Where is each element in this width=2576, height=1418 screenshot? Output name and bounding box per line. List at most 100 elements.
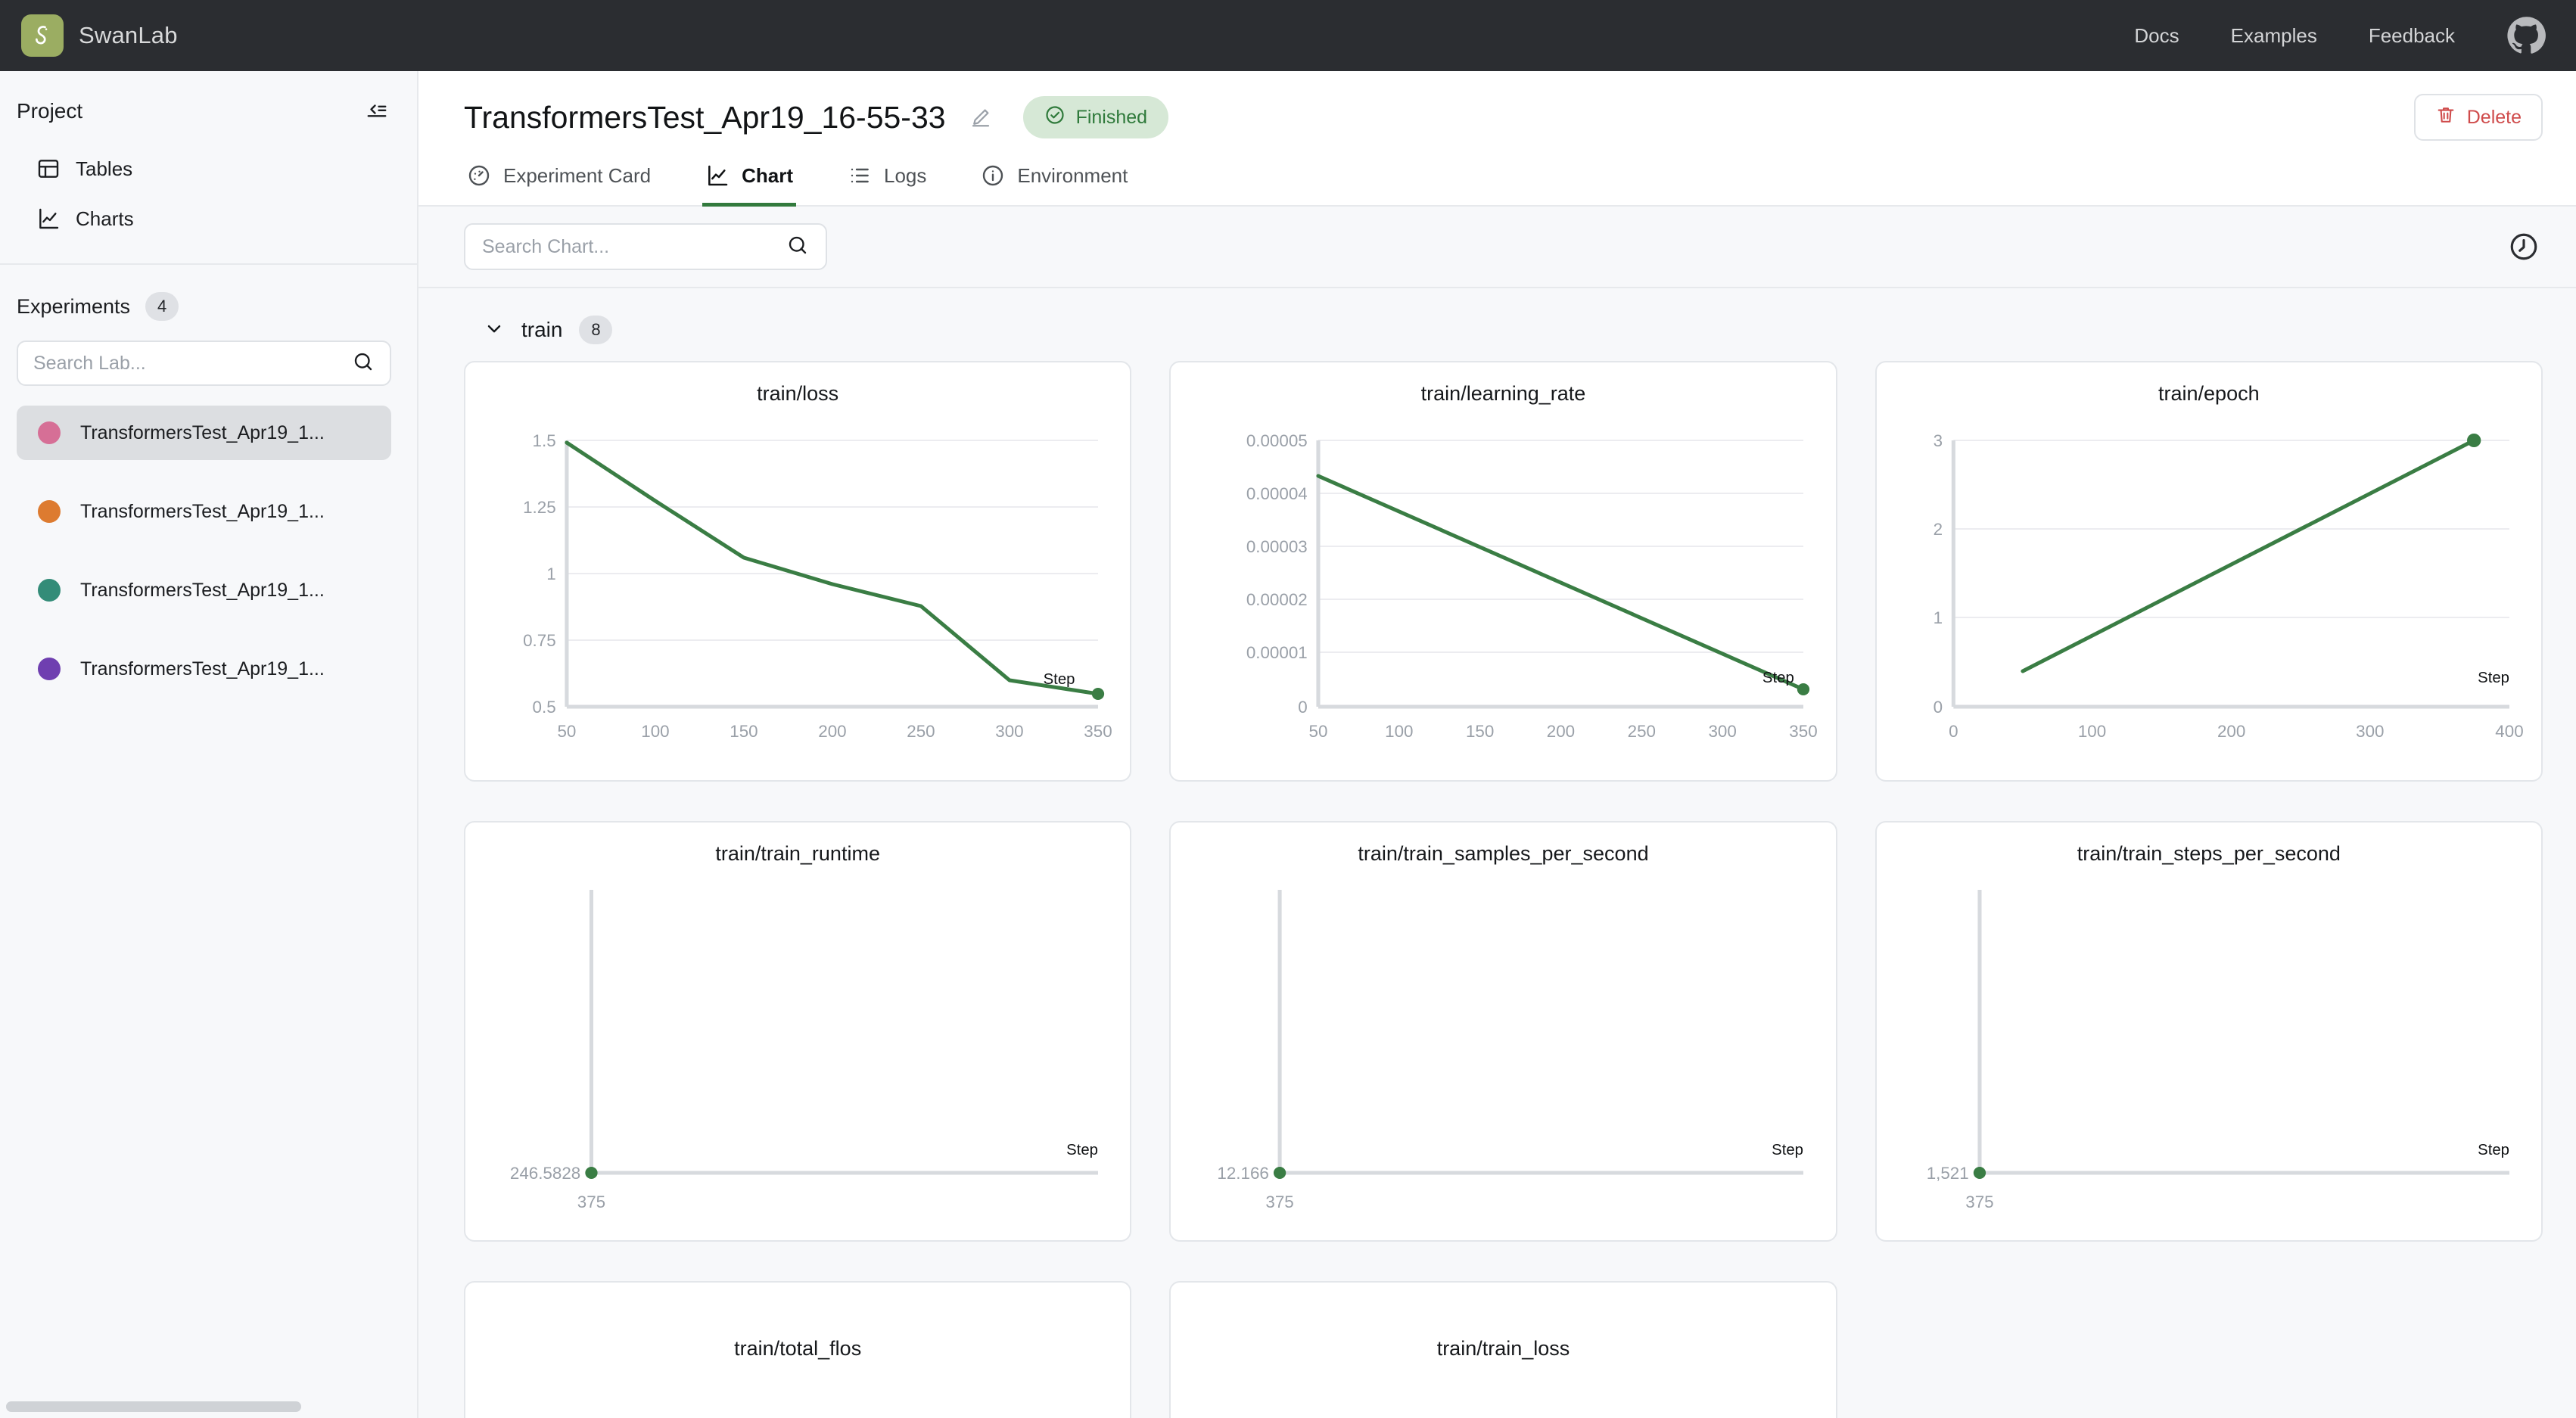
brand-logo-area[interactable]: SwanLab xyxy=(21,14,178,57)
svg-text:Step: Step xyxy=(1772,1142,1803,1158)
sidebar-item-label-tables: Tables xyxy=(76,157,133,180)
chart-group-name: train xyxy=(521,318,563,341)
experiment-title-row: TransformersTest_Apr19_16-55-33 Finished xyxy=(464,94,2543,141)
sidebar-nav-list: Tables Charts xyxy=(0,144,417,244)
chart-plot-train-learning-rate[interactable]: 0.00005 0.00004 0.00003 0.00002 0.00001 0 5… xyxy=(1187,413,1818,758)
chevron-down-icon[interactable] xyxy=(484,318,505,343)
svg-text:Step: Step xyxy=(2478,1142,2509,1158)
chart-group-header-train[interactable]: train 8 xyxy=(464,288,2543,361)
x-axis-tick-label: 375 xyxy=(1965,1193,1993,1211)
svg-text:350: 350 xyxy=(1790,722,1818,741)
svg-text:0.5: 0.5 xyxy=(533,698,556,717)
top-nav-links: Docs Examples Feedback xyxy=(2134,16,2546,55)
chart-search-box[interactable] xyxy=(464,223,827,270)
svg-text:1.25: 1.25 xyxy=(523,498,556,517)
chart-toolbar xyxy=(418,207,2576,288)
sidebar-item-charts[interactable]: Charts xyxy=(0,194,417,244)
chart-plot-train-steps-per-second[interactable]: 1,521 375 Step xyxy=(1893,873,2525,1218)
experiment-name-label: TransformersTest_Apr19_1... xyxy=(80,421,325,443)
chart-plot-train-epoch[interactable]: 3 2 1 0 0 100 200 300 400 Step xyxy=(1893,413,2525,758)
svg-text:150: 150 xyxy=(730,722,758,741)
chart-card-train-total-flos[interactable]: train/total_flos xyxy=(464,1281,1132,1418)
experiment-tabs: Experiment Card Chart Logs Environment xyxy=(464,162,2543,207)
chart-card-train-steps-per-second[interactable]: train/train_steps_per_second 1,521 375 S… xyxy=(1874,821,2543,1242)
chart-card-train-samples-per-second[interactable]: train/train_samples_per_second 12.166 37… xyxy=(1169,821,1837,1242)
svg-text:250: 250 xyxy=(907,722,935,741)
chart-plot-train-runtime[interactable]: 246.5828 375 Step xyxy=(482,873,1113,1218)
tab-label: Experiment Card xyxy=(503,163,652,187)
experiments-title: Experiments xyxy=(17,294,131,318)
svg-text:2: 2 xyxy=(1933,520,1942,539)
svg-text:3: 3 xyxy=(1933,431,1942,450)
chart-card-train-runtime[interactable]: train/train_runtime 246.5828 375 Step xyxy=(464,821,1132,1242)
experiment-color-dot xyxy=(38,421,61,444)
svg-text:0.00004: 0.00004 xyxy=(1246,484,1308,503)
svg-text:0.00003: 0.00003 xyxy=(1246,537,1308,556)
nav-link-feedback[interactable]: Feedback xyxy=(2369,24,2455,48)
brand-name-label: SwanLab xyxy=(79,22,178,48)
delete-button[interactable]: Delete xyxy=(2413,94,2543,141)
github-icon[interactable] xyxy=(2506,16,2546,55)
svg-text:300: 300 xyxy=(2356,722,2384,741)
tab-environment[interactable]: Environment xyxy=(978,163,1131,207)
chart-card-train-epoch[interactable]: train/epoch 3 2 1 0 0 100 200 300 400 Step xyxy=(1874,361,2543,782)
tab-logs[interactable]: Logs xyxy=(845,163,929,207)
svg-text:350: 350 xyxy=(1084,722,1112,741)
chart-title: train/epoch xyxy=(2158,382,2260,405)
list-item[interactable]: TransformersTest_Apr19_1... xyxy=(17,406,391,460)
chart-content-area: train 8 train/loss 1.5 1.25 1 0.75 0.5 5… xyxy=(418,288,2576,1418)
chart-title: train/learning_rate xyxy=(1420,382,1586,405)
sidebar-experiments-section: Experiments 4 TransformersTest_Apr19_1..… xyxy=(0,265,417,720)
top-navigation-bar: SwanLab Docs Examples Feedback xyxy=(0,0,2576,71)
x-axis-tick-label: 375 xyxy=(1266,1193,1294,1211)
nav-link-examples[interactable]: Examples xyxy=(2231,24,2317,48)
nav-link-docs[interactable]: Docs xyxy=(2134,24,2179,48)
experiments-count-badge: 4 xyxy=(145,292,179,321)
svg-text:Step: Step xyxy=(1762,670,1794,686)
svg-text:150: 150 xyxy=(1466,722,1494,741)
svg-text:1: 1 xyxy=(1933,608,1942,627)
list-icon xyxy=(848,163,872,188)
svg-text:0.00001: 0.00001 xyxy=(1246,643,1308,662)
experiment-color-dot xyxy=(38,579,61,602)
chart-card-train-learning-rate[interactable]: train/learning_rate 0.00005 0.00004 0.00… xyxy=(1169,361,1837,782)
status-badge-label: Finished xyxy=(1075,106,1148,128)
y-axis-tick-label: 246.5828 xyxy=(510,1164,580,1183)
tab-experiment-card[interactable]: Experiment Card xyxy=(464,163,654,207)
svg-text:200: 200 xyxy=(818,722,846,741)
lab-search-input[interactable] xyxy=(33,352,344,375)
lab-search-box[interactable] xyxy=(17,341,391,386)
chart-card-train-loss[interactable]: train/loss 1.5 1.25 1 0.75 0.5 50 100 15… xyxy=(464,361,1132,782)
collapse-panel-icon[interactable] xyxy=(362,97,391,126)
search-icon[interactable] xyxy=(352,350,375,377)
clock-history-icon[interactable] xyxy=(2505,228,2543,266)
pencil-icon[interactable] xyxy=(966,102,996,132)
list-item[interactable]: TransformersTest_Apr19_1... xyxy=(17,484,391,539)
chart-card-train-train-loss[interactable]: train/train_loss xyxy=(1169,1281,1837,1418)
list-item[interactable]: TransformersTest_Apr19_1... xyxy=(17,563,391,617)
svg-text:0.75: 0.75 xyxy=(523,631,556,650)
svg-text:100: 100 xyxy=(641,722,669,741)
search-input[interactable] xyxy=(482,235,779,258)
y-axis-tick-label: 12.166 xyxy=(1218,1164,1269,1183)
svg-text:400: 400 xyxy=(2495,722,2523,741)
gauge-icon xyxy=(467,163,491,188)
chart-plot-train-loss[interactable]: 1.51.25 10.750.5 50 100 150 200 250 300 350 … xyxy=(482,413,1113,758)
tab-label: Chart xyxy=(742,163,793,187)
experiment-name-label: TransformersTest_Apr19_1... xyxy=(80,658,325,679)
sidebar-item-tables[interactable]: Tables xyxy=(0,144,417,194)
svg-text:50: 50 xyxy=(1309,722,1328,741)
svg-text:0: 0 xyxy=(1949,722,1958,741)
search-icon[interactable] xyxy=(786,234,809,260)
tab-chart[interactable]: Chart xyxy=(702,163,796,207)
svg-text:50: 50 xyxy=(557,722,576,741)
sidebar-project-header: Project xyxy=(0,91,417,132)
check-circle-icon xyxy=(1044,104,1066,131)
svg-text:200: 200 xyxy=(2217,722,2245,741)
x-axis-tick-label: 375 xyxy=(577,1193,605,1211)
chart-plot-train-samples-per-second[interactable]: 12.166 375 Step xyxy=(1187,873,1818,1218)
svg-text:Step: Step xyxy=(2478,670,2509,686)
sidebar-project-title: Project xyxy=(17,99,83,123)
list-item[interactable]: TransformersTest_Apr19_1... xyxy=(17,642,391,696)
sidebar-horizontal-scrollbar[interactable] xyxy=(6,1401,301,1412)
